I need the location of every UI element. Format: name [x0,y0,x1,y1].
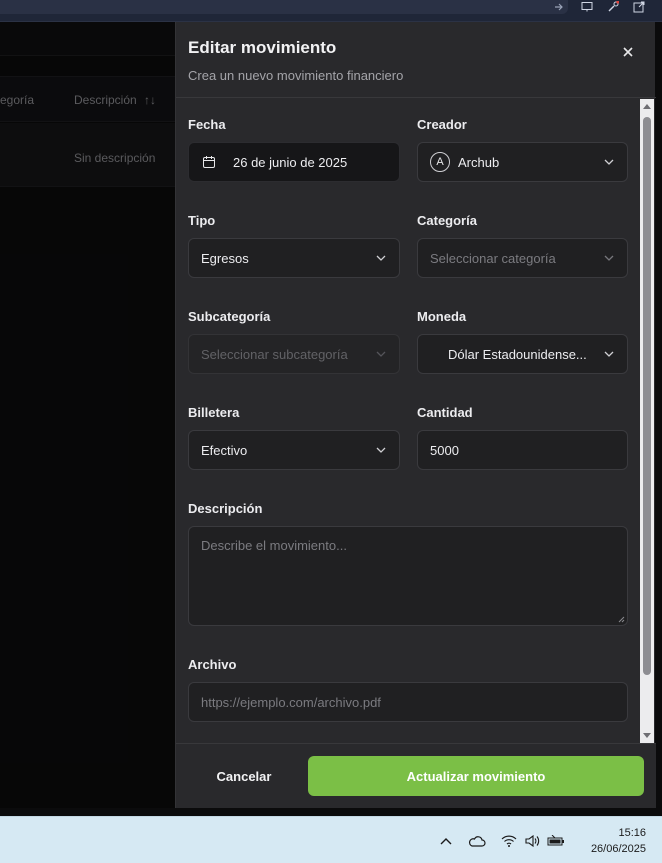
creador-label: Creador [417,117,467,132]
calendar-icon [201,154,217,170]
scroll-up-icon[interactable] [643,103,651,111]
categoria-label: Categoría [417,213,477,228]
system-clock[interactable]: 15:16 26/06/2025 [591,825,646,857]
archivo-placeholder: https://ejemplo.com/archivo.pdf [201,694,381,710]
scroll-down-icon[interactable] [643,731,651,739]
battery-icon[interactable] [546,832,566,850]
descripcion-label: Descripción [188,501,263,516]
address-bar[interactable] [0,0,568,14]
chevron-down-icon [603,348,615,360]
cantidad-label: Cantidad [417,405,473,420]
archivo-input[interactable]: https://ejemplo.com/archivo.pdf [188,682,628,722]
taskbar: 15:16 26/06/2025 [0,816,662,863]
cantidad-value: 5000 [430,442,459,458]
dialog-form: Fecha 26 de junio de 2025 Creador A Arch… [176,99,656,743]
close-button[interactable] [616,40,640,64]
wifi-icon[interactable] [499,832,519,850]
creador-select[interactable]: A Archub [417,142,628,182]
chevron-down-icon [375,444,387,456]
categoria-select[interactable]: Seleccionar categoría [417,238,628,278]
chevron-down-icon [603,252,615,264]
chevron-down-icon [375,252,387,264]
tipo-value: Egresos [201,250,249,266]
chevron-up-icon[interactable] [436,832,456,850]
chevron-down-icon [375,348,387,360]
descripcion-textarea[interactable]: Describe el movimiento... [188,526,628,626]
clock-time: 15:16 [618,827,646,839]
descripcion-placeholder: Describe el movimiento... [201,538,347,553]
monitor-icon[interactable] [578,0,596,14]
chevron-down-icon [603,156,615,168]
categoria-placeholder: Seleccionar categoría [430,250,556,266]
dialog-footer: Cancelar Actualizar movimiento [176,743,656,808]
billetera-select[interactable]: Efectivo [188,430,400,470]
wrench-icon[interactable] [604,0,622,14]
scroll-thumb[interactable] [643,117,651,675]
moneda-value: Dólar Estadounidense... [448,346,587,362]
modal-overlay[interactable] [0,22,175,808]
fecha-value: 26 de junio de 2025 [233,154,348,170]
arrow-icon[interactable] [550,0,568,14]
tipo-label: Tipo [188,213,216,228]
tipo-select[interactable]: Egresos [188,238,400,278]
dialog-title: Editar movimiento [188,38,337,57]
dialog-header: Editar movimiento Crea un nuevo movimien… [176,22,656,98]
creador-value: Archub [458,154,500,170]
volume-icon[interactable] [523,832,543,850]
moneda-label: Moneda [417,309,467,324]
billetera-label: Billetera [188,405,240,420]
cloud-icon[interactable] [467,832,487,850]
external-link-icon[interactable] [630,0,648,14]
clock-date: 26/06/2025 [590,843,646,855]
avatar: A [430,152,450,172]
edit-movement-dialog: Editar movimiento Crea un nuevo movimien… [175,22,656,808]
close-icon [623,47,633,57]
update-movement-button[interactable]: Actualizar movimiento [308,756,644,796]
cantidad-input[interactable]: 5000 [417,430,628,470]
subcategoria-placeholder: Seleccionar subcategoría [201,346,348,362]
fecha-date-picker[interactable]: 26 de junio de 2025 [188,142,400,182]
browser-toolbar [0,0,662,22]
resize-handle-icon[interactable] [617,615,625,623]
dialog-subtitle: Crea un nuevo movimiento financiero [188,68,404,83]
subcategoria-select[interactable]: Seleccionar subcategoría [188,334,400,374]
fecha-label: Fecha [188,117,226,132]
cancel-button[interactable]: Cancelar [176,756,312,796]
billetera-value: Efectivo [201,442,248,458]
archivo-label: Archivo [188,657,237,672]
subcategoria-label: Subcategoría [188,309,271,324]
moneda-select[interactable]: Dólar Estadounidense... [417,334,628,374]
dialog-scrollbar[interactable] [640,99,654,743]
